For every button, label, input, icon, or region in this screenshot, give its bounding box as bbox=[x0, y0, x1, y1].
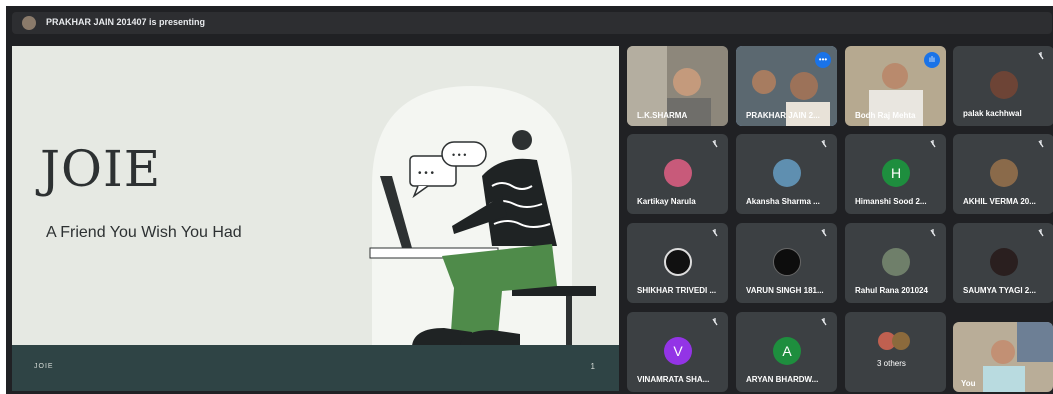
participant-name: PRAKHAR JAIN 2... bbox=[746, 111, 820, 120]
participant-tile[interactable]: ••• PRAKHAR JAIN 2... bbox=[736, 46, 837, 126]
participant-tile[interactable]: Rahul Rana 201024 bbox=[845, 223, 946, 303]
mic-off-icon bbox=[712, 318, 718, 326]
participant-avatar bbox=[882, 248, 910, 276]
participant-tile[interactable]: L.K.SHARMA bbox=[627, 46, 728, 126]
participant-tile[interactable]: palak kachhwal bbox=[953, 46, 1053, 126]
participant-tile-others[interactable]: 3 others bbox=[845, 312, 946, 392]
mic-off-icon bbox=[1038, 229, 1044, 237]
slide-page-number: 1 bbox=[590, 362, 595, 371]
participant-name: Akansha Sharma ... bbox=[746, 197, 820, 206]
mic-off-icon bbox=[930, 229, 936, 237]
mic-off-icon bbox=[821, 140, 827, 148]
mic-off-icon bbox=[1038, 140, 1044, 148]
participant-avatar bbox=[664, 159, 692, 187]
presenting-bar: PRAKHAR JAIN 201407 is presenting bbox=[12, 12, 1052, 34]
participant-tile[interactable]: H Himanshi Sood 2... bbox=[845, 134, 946, 214]
more-options-icon[interactable]: ••• bbox=[815, 52, 831, 68]
others-label: 3 others bbox=[877, 359, 906, 368]
slide-subtitle: A Friend You Wish You Had bbox=[46, 224, 242, 241]
participant-name: ARYAN BHARDW... bbox=[746, 375, 819, 384]
participant-name: SHIKHAR TRIVEDI ... bbox=[637, 286, 717, 295]
slide-footer-label: JOIE bbox=[34, 363, 54, 370]
self-label: You bbox=[961, 379, 976, 388]
participant-avatar: H bbox=[882, 159, 910, 187]
participant-name: Bodh Raj Mehta bbox=[855, 111, 916, 120]
mic-off-icon bbox=[821, 229, 827, 237]
participant-tile[interactable]: AKHIL VERMA 20... bbox=[953, 134, 1053, 214]
mic-off-icon bbox=[1038, 52, 1044, 60]
participant-avatar: V bbox=[664, 337, 692, 365]
participant-name: SAUMYA TYAGI 2... bbox=[963, 286, 1036, 295]
mic-off-icon bbox=[930, 140, 936, 148]
participant-tile[interactable]: SHIKHAR TRIVEDI ... bbox=[627, 223, 728, 303]
participant-avatar bbox=[664, 248, 692, 276]
participant-name: Himanshi Sood 2... bbox=[855, 197, 927, 206]
slide-title: JOIE bbox=[40, 140, 162, 198]
participant-name: VINAMRATA SHA... bbox=[637, 375, 710, 384]
mic-off-icon bbox=[821, 318, 827, 326]
participant-tile[interactable]: Kartikay Narula bbox=[627, 134, 728, 214]
presenting-label: PRAKHAR JAIN 201407 is presenting bbox=[46, 17, 206, 27]
participant-tile[interactable]: ılı Bodh Raj Mehta bbox=[845, 46, 946, 126]
participant-name: VARUN SINGH 181... bbox=[746, 286, 824, 295]
speaking-indicator-icon: ılı bbox=[924, 52, 940, 68]
participant-tile[interactable]: VARUN SINGH 181... bbox=[736, 223, 837, 303]
participant-tile[interactable]: A ARYAN BHARDW... bbox=[736, 312, 837, 392]
participant-avatar bbox=[990, 71, 1018, 99]
presenter-avatar bbox=[22, 16, 36, 30]
svg-text:• • •: • • • bbox=[452, 150, 466, 160]
participant-avatar: A bbox=[773, 337, 801, 365]
svg-text:• • •: • • • bbox=[418, 168, 435, 179]
participant-avatar bbox=[773, 159, 801, 187]
others-avatars bbox=[878, 332, 914, 352]
participant-tile[interactable]: SAUMYA TYAGI 2... bbox=[953, 223, 1053, 303]
mic-off-icon bbox=[712, 229, 718, 237]
participant-avatar bbox=[990, 159, 1018, 187]
participant-name: Kartikay Narula bbox=[637, 197, 696, 206]
participant-avatar bbox=[990, 248, 1018, 276]
self-view-tile[interactable]: You bbox=[953, 322, 1053, 392]
participant-name: palak kachhwal bbox=[963, 109, 1022, 118]
slide-illustration: • • • • • • bbox=[369, 86, 596, 346]
participant-tile[interactable]: Akansha Sharma ... bbox=[736, 134, 837, 214]
participant-name: Rahul Rana 201024 bbox=[855, 286, 928, 295]
shared-screen: JOIE A Friend You Wish You Had • • • • •… bbox=[12, 46, 619, 391]
participant-avatar bbox=[773, 248, 801, 276]
participant-tile[interactable]: V VINAMRATA SHA... bbox=[627, 312, 728, 392]
slide-footer: JOIE 1 bbox=[12, 345, 619, 391]
participant-name: AKHIL VERMA 20... bbox=[963, 197, 1036, 206]
participant-name: L.K.SHARMA bbox=[637, 111, 688, 120]
mic-off-icon bbox=[712, 140, 718, 148]
